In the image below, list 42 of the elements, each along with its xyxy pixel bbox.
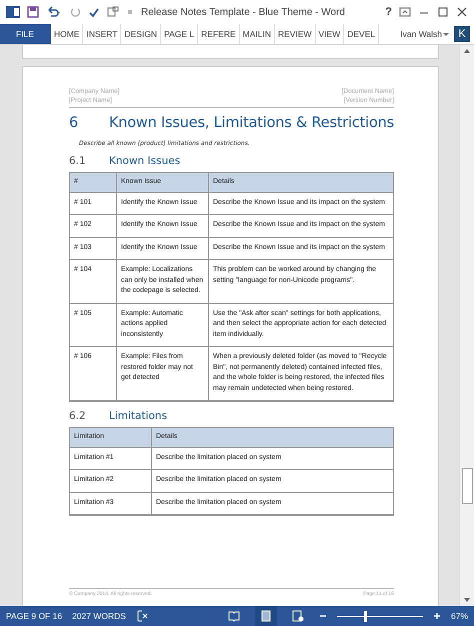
word-count[interactable]: 2027 WORDS	[72, 611, 126, 621]
page-count[interactable]: PAGE 9 OF 16	[6, 611, 62, 621]
ribbon-tab[interactable]: PAGE L	[161, 24, 198, 44]
plus-icon[interactable]	[432, 612, 441, 620]
close-icon[interactable]	[456, 6, 468, 18]
section-number: 6.2	[69, 410, 87, 422]
zoom-thumb[interactable]	[364, 610, 368, 622]
maximize-icon[interactable]	[437, 6, 449, 18]
proofing-icon[interactable]	[136, 610, 148, 622]
ribbon-tab[interactable]: DEVEL	[344, 24, 380, 44]
scroll-up-icon[interactable]	[463, 47, 471, 55]
heading: Known Issues, Limitations & Restrictions	[108, 115, 394, 131]
scroll-thumb[interactable]	[462, 468, 472, 504]
book-icon[interactable]	[228, 610, 240, 622]
save-icon[interactable]	[27, 6, 39, 18]
help-button[interactable]: ?	[385, 6, 392, 18]
spelling-icon[interactable]	[88, 6, 100, 18]
touch-mode-icon[interactable]	[107, 6, 119, 18]
user-name[interactable]: Ivan Walsh	[400, 29, 442, 39]
ribbon-display-icon[interactable]	[399, 6, 411, 18]
section-number: 6.1	[69, 155, 87, 167]
word-icon[interactable]	[6, 5, 20, 19]
scroll-down-icon[interactable]	[463, 596, 471, 604]
ribbon-tab[interactable]: VIEW	[316, 24, 344, 44]
zoom-level[interactable]: 67%	[450, 611, 468, 621]
window-title: Release Notes Template - Blue Theme - Word	[141, 6, 346, 18]
ribbon-tab[interactable]: REFERE	[198, 24, 240, 44]
ribbon-tab[interactable]: FILE	[0, 24, 51, 44]
heading-number: 6	[69, 115, 80, 131]
section-heading: Known Issues	[109, 155, 180, 167]
account-badge[interactable]: K	[454, 26, 470, 42]
caret-icon[interactable]	[442, 30, 450, 38]
view-button[interactable]	[254, 606, 277, 626]
section-heading: Limitations	[109, 410, 168, 422]
page-icon[interactable]	[260, 610, 272, 622]
globe-page-icon[interactable]	[292, 610, 304, 622]
undo-icon[interactable]	[46, 6, 62, 18]
ribbon-tab[interactable]: DESIGN	[121, 24, 162, 44]
ribbon-tab[interactable]: REVIEW	[274, 24, 316, 44]
ribbon-tab[interactable]: INSERT	[83, 24, 122, 44]
ribbon-tab[interactable]: HOME	[50, 24, 84, 44]
ribbon-tab[interactable]: MAILIN	[240, 24, 275, 44]
